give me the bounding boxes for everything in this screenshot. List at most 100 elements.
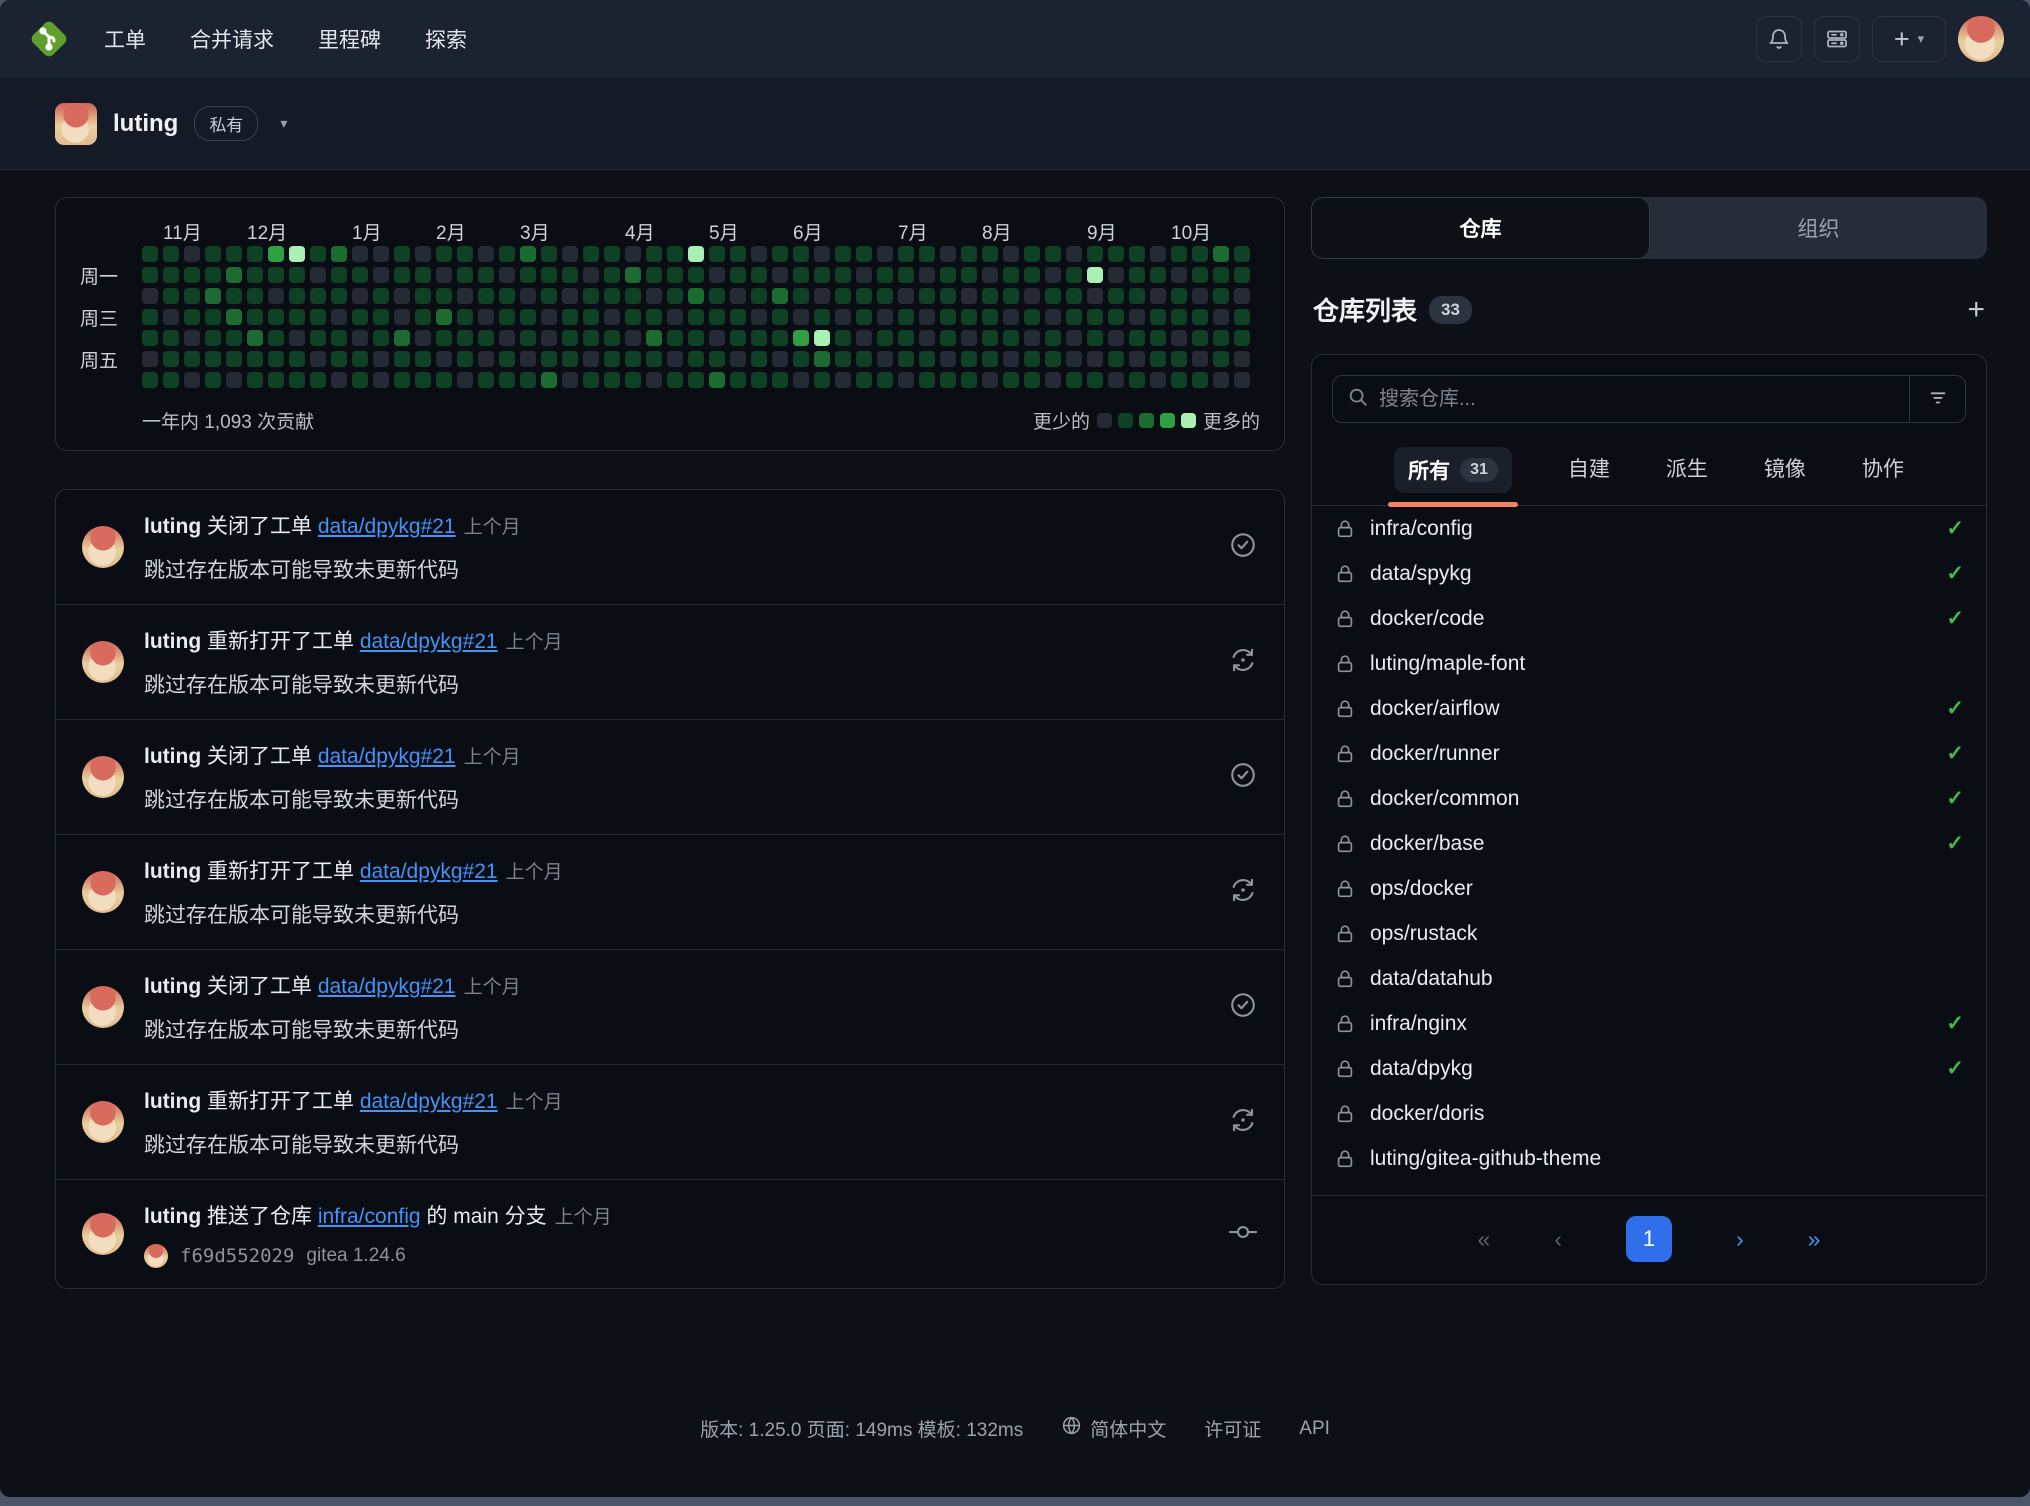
filter-tab-镜像[interactable]: 镜像 bbox=[1758, 441, 1812, 505]
footer-link-许可证[interactable]: 许可证 bbox=[1204, 1415, 1261, 1442]
footer-link-API[interactable]: API bbox=[1299, 1418, 1330, 1440]
heatmap-cell bbox=[163, 288, 179, 304]
heatmap-cell bbox=[856, 330, 872, 346]
repo-row[interactable]: luting/maple-font bbox=[1312, 641, 1986, 686]
heatmap-cell bbox=[142, 246, 158, 262]
repo-name: infra/nginx bbox=[1370, 1012, 1946, 1036]
heatmap-cell bbox=[961, 351, 977, 367]
nav-link-合并请求[interactable]: 合并请求 bbox=[190, 24, 274, 54]
feed-target-link[interactable]: data/dpykg#21 bbox=[318, 515, 456, 538]
pagination-last[interactable]: » bbox=[1808, 1226, 1821, 1253]
repo-row[interactable]: docker/runner✓ bbox=[1312, 731, 1986, 776]
add-repo-button[interactable]: + bbox=[1472, 295, 1985, 325]
heatmap-cell bbox=[730, 309, 746, 325]
heatmap-cell bbox=[709, 246, 725, 262]
filter-tab-派生[interactable]: 派生 bbox=[1660, 441, 1714, 505]
legend-more-label: 更多的 bbox=[1203, 407, 1260, 434]
heatmap-cell bbox=[352, 246, 368, 262]
heatmap-cell bbox=[478, 267, 494, 283]
gitea-logo-icon[interactable] bbox=[26, 16, 72, 62]
heatmap-month-label: 11月 bbox=[163, 218, 202, 245]
filter-tab-所有[interactable]: 所有31 bbox=[1388, 441, 1518, 505]
heatmap-cell bbox=[247, 246, 263, 262]
feed-avatar[interactable] bbox=[82, 641, 124, 683]
profile-username[interactable]: luting bbox=[113, 110, 178, 138]
repo-row[interactable]: data/datahub bbox=[1312, 956, 1986, 1001]
repo-search-input[interactable] bbox=[1379, 388, 1895, 411]
repo-row[interactable]: docker/code✓ bbox=[1312, 596, 1986, 641]
pagination-current[interactable]: 1 bbox=[1626, 1216, 1672, 1262]
notifications-button[interactable] bbox=[1756, 16, 1802, 62]
legend-level-swatch bbox=[1118, 413, 1133, 428]
tab-组织[interactable]: 组织 bbox=[1650, 197, 1987, 259]
heatmap-cell bbox=[814, 267, 830, 283]
repo-row[interactable]: docker/doris bbox=[1312, 1091, 1986, 1136]
heatmap-cell bbox=[331, 372, 347, 388]
repo-row[interactable]: luting/gitea-github-theme bbox=[1312, 1136, 1986, 1181]
admin-panel-button[interactable] bbox=[1814, 16, 1860, 62]
feed-user-link[interactable]: luting bbox=[144, 975, 201, 998]
feed-avatar[interactable] bbox=[82, 871, 124, 913]
feed-user-link[interactable]: luting bbox=[144, 515, 201, 538]
heatmap-cell bbox=[373, 246, 389, 262]
feed-avatar[interactable] bbox=[82, 1213, 124, 1255]
heatmap-cell bbox=[499, 330, 515, 346]
feed-target-link[interactable]: data/dpykg#21 bbox=[318, 975, 456, 998]
profile-avatar[interactable] bbox=[55, 103, 97, 145]
repo-row[interactable]: ops/docker bbox=[1312, 866, 1986, 911]
heatmap-day-labels: 周一周三周五 bbox=[80, 246, 142, 393]
heatmap-cell bbox=[898, 351, 914, 367]
feed-avatar[interactable] bbox=[82, 756, 124, 798]
nav-link-里程碑[interactable]: 里程碑 bbox=[318, 24, 381, 54]
heatmap-cell bbox=[1192, 246, 1208, 262]
heatmap-cell bbox=[583, 351, 599, 367]
lock-icon bbox=[1334, 1103, 1356, 1125]
feed-target-link[interactable]: data/dpykg#21 bbox=[360, 1090, 498, 1113]
repo-row[interactable]: data/spykg✓ bbox=[1312, 551, 1986, 596]
feed-user-link[interactable]: luting bbox=[144, 860, 201, 883]
heatmap-cell bbox=[184, 288, 200, 304]
repo-row[interactable]: docker/airflow✓ bbox=[1312, 686, 1986, 731]
heatmap-cell bbox=[436, 309, 452, 325]
heatmap-cell bbox=[814, 246, 830, 262]
repo-row[interactable]: docker/base✓ bbox=[1312, 821, 1986, 866]
feed-target-link[interactable]: data/dpykg#21 bbox=[360, 860, 498, 883]
repo-name: docker/doris bbox=[1370, 1102, 1964, 1126]
search-filter-button[interactable] bbox=[1909, 376, 1965, 422]
heatmap-month-label: 5月 bbox=[709, 218, 739, 245]
heatmap-cell bbox=[562, 351, 578, 367]
heatmap-cell bbox=[1087, 330, 1103, 346]
filter-tab-自建[interactable]: 自建 bbox=[1562, 441, 1616, 505]
repo-row[interactable]: docker/common✓ bbox=[1312, 776, 1986, 821]
commit-sha-link[interactable]: f69d552029 bbox=[180, 1245, 294, 1267]
feed-user-link[interactable]: luting bbox=[144, 1090, 201, 1113]
repo-row[interactable]: data/dpykg✓ bbox=[1312, 1046, 1986, 1091]
feed-avatar[interactable] bbox=[82, 526, 124, 568]
heatmap-cell bbox=[898, 267, 914, 283]
filter-tab-协作[interactable]: 协作 bbox=[1856, 441, 1910, 505]
lock-icon bbox=[1334, 968, 1356, 990]
repo-name: data/dpykg bbox=[1370, 1057, 1946, 1081]
feed-user-link[interactable]: luting bbox=[144, 745, 201, 768]
feed-target-link[interactable]: data/dpykg#21 bbox=[318, 745, 456, 768]
feed-user-link[interactable]: luting bbox=[144, 630, 201, 653]
repo-row[interactable]: ops/rustack bbox=[1312, 911, 1986, 956]
create-new-button[interactable]: + ▾ bbox=[1872, 16, 1946, 62]
feed-avatar[interactable] bbox=[82, 1101, 124, 1143]
pagination-next[interactable]: › bbox=[1736, 1226, 1744, 1253]
footer-link-简体中文[interactable]: 简体中文 bbox=[1061, 1415, 1166, 1442]
heatmap-cell bbox=[1087, 351, 1103, 367]
tab-仓库[interactable]: 仓库 bbox=[1311, 197, 1650, 259]
user-avatar[interactable] bbox=[1958, 16, 2004, 62]
nav-link-工单[interactable]: 工单 bbox=[104, 24, 146, 54]
repo-row[interactable]: infra/config✓ bbox=[1312, 506, 1986, 551]
feed-user-link[interactable]: luting bbox=[144, 1205, 201, 1228]
heatmap-cell bbox=[373, 330, 389, 346]
feed-avatar[interactable] bbox=[82, 986, 124, 1028]
profile-dropdown-caret[interactable]: ▾ bbox=[280, 115, 287, 132]
feed-target-link[interactable]: infra/config bbox=[318, 1205, 421, 1228]
feed-target-link[interactable]: data/dpykg#21 bbox=[360, 630, 498, 653]
heatmap-cell bbox=[583, 288, 599, 304]
repo-row[interactable]: infra/nginx✓ bbox=[1312, 1001, 1986, 1046]
nav-link-探索[interactable]: 探索 bbox=[425, 24, 467, 54]
